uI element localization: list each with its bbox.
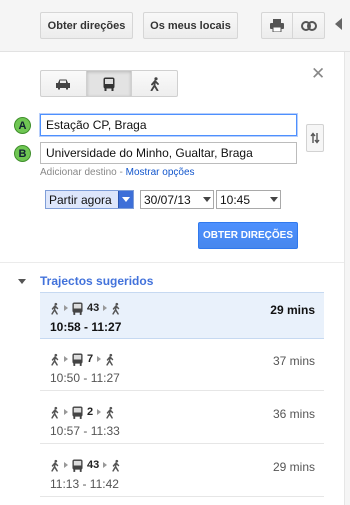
link-icon: [300, 20, 317, 31]
arrow-right-icon: [97, 356, 102, 362]
print-button[interactable]: [261, 12, 293, 39]
show-options-link[interactable]: Mostrar opções: [126, 167, 195, 178]
bus-icon: [72, 406, 83, 419]
bus-icon: [103, 77, 115, 91]
add-destination-link[interactable]: Adicionar destino: [40, 167, 117, 178]
route-times: 11:13 - 11:42: [50, 477, 119, 491]
route-times: 10:57 - 11:33: [50, 424, 120, 438]
panel-edge: [344, 52, 350, 505]
arrow-right-icon: [64, 409, 68, 415]
walk-icon: [50, 459, 60, 472]
chevron-down-icon: [203, 197, 211, 202]
walk-icon: [50, 353, 60, 366]
links-separator: -: [119, 167, 123, 178]
bus-line-number: 43: [87, 302, 100, 314]
bus-icon: [72, 353, 83, 366]
marker-b-icon: B: [14, 145, 31, 162]
collapse-panel-icon[interactable]: [335, 18, 342, 30]
walk-icon: [105, 353, 115, 366]
arrow-right-icon: [64, 305, 68, 311]
swap-waypoints-button[interactable]: [306, 124, 324, 152]
route-duration: 37 mins: [272, 354, 315, 368]
arrow-right-icon: [64, 462, 68, 468]
swap-icon: [310, 132, 320, 144]
waypoint-links: Adicionar destino - Mostrar opções: [40, 167, 195, 178]
mode-walk-button[interactable]: [131, 70, 179, 97]
route-steps: 43: [50, 300, 121, 316]
print-icon: [270, 19, 284, 32]
top-toolbar: Obter direções Os meus locais: [0, 0, 350, 52]
walk-icon: [150, 76, 159, 91]
route-steps: 7: [50, 351, 115, 367]
route-duration: 29 mins: [270, 303, 315, 317]
walk-icon: [50, 406, 60, 419]
dropdown-arrow-icon: [118, 191, 133, 208]
walk-icon: [105, 406, 115, 419]
route-option[interactable]: 43 11:13 - 11:42 29 mins: [40, 450, 324, 497]
my-places-button[interactable]: Os meus locais: [143, 12, 238, 39]
route-steps: 2: [50, 404, 115, 420]
link-button[interactable]: [292, 12, 325, 39]
collapse-caret-icon[interactable]: [18, 279, 26, 284]
arrow-right-icon: [103, 462, 108, 468]
bus-icon: [72, 302, 83, 315]
get-directions-button[interactable]: OBTER DIREÇÕES: [198, 222, 298, 249]
origin-input[interactable]: [40, 114, 297, 136]
arrow-right-icon: [64, 356, 68, 362]
depart-mode-select[interactable]: Partir agora: [45, 190, 134, 209]
depart-mode-value: Partir agora: [49, 192, 112, 207]
walk-icon: [50, 302, 60, 315]
close-icon[interactable]: ✕: [311, 64, 325, 84]
date-value: 30/07/13: [144, 192, 191, 207]
bus-line-number: 7: [87, 353, 94, 365]
date-select[interactable]: 30/07/13: [140, 190, 214, 209]
get-directions-tab-button[interactable]: Obter direções: [40, 12, 133, 39]
arrow-right-icon: [103, 305, 108, 311]
car-icon: [56, 79, 71, 89]
route-option[interactable]: 2 10:57 - 11:33 36 mins: [40, 397, 324, 444]
route-times: 10:58 - 11:27: [50, 320, 122, 334]
route-duration: 29 mins: [272, 460, 315, 474]
mode-transit-button[interactable]: [85, 70, 133, 97]
travel-mode-selector: [40, 70, 179, 97]
walk-icon: [111, 459, 121, 472]
marker-a-icon: A: [14, 117, 31, 134]
chevron-down-icon: [270, 197, 278, 202]
route-times: 10:50 - 11:27: [50, 371, 120, 385]
suggested-routes-title[interactable]: Trajectos sugeridos: [40, 274, 153, 288]
route-option[interactable]: 7 10:50 - 11:27 37 mins: [40, 344, 324, 391]
walk-icon: [111, 302, 121, 315]
destination-input[interactable]: [40, 142, 297, 164]
route-option[interactable]: 43 10:58 - 11:27 29 mins: [40, 292, 324, 339]
bus-line-number: 43: [87, 459, 100, 471]
time-select[interactable]: 10:45: [216, 190, 281, 209]
route-steps: 43: [50, 457, 121, 473]
section-divider: [0, 262, 344, 263]
bus-icon: [72, 459, 83, 472]
bus-line-number: 2: [87, 406, 94, 418]
arrow-right-icon: [97, 409, 102, 415]
time-value: 10:45: [220, 192, 251, 207]
mode-car-button[interactable]: [40, 70, 87, 97]
route-duration: 36 mins: [272, 407, 315, 421]
